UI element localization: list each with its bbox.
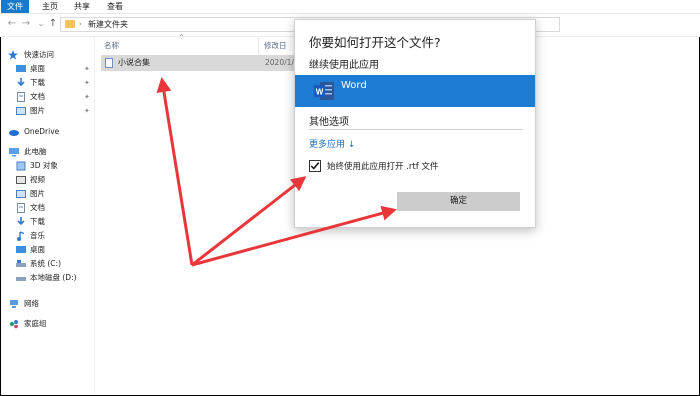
word-icon: W xyxy=(314,82,334,100)
breadcrumb-separator: › xyxy=(79,20,82,28)
sidebar-item-pictures[interactable]: 图片 ✦ xyxy=(0,104,94,118)
navigation-pane: 快速访问 桌面 ✦ 下载 ✦ 文档 ✦ 图片 ✦ OneDrive 此电脑 3D… xyxy=(0,37,95,394)
recent-locations-chevron-icon[interactable]: ⌄ xyxy=(35,18,47,30)
homegroup-icon xyxy=(9,320,18,329)
document-icon xyxy=(17,203,25,213)
column-divider xyxy=(258,38,259,54)
cloud-icon xyxy=(9,130,19,136)
tab-view[interactable]: 查看 xyxy=(103,0,127,13)
other-options-label: 其他选项 xyxy=(309,117,349,128)
sidebar-item-label: 系统 (C:) xyxy=(30,259,61,268)
sidebar-item-label: 下载 xyxy=(30,78,45,87)
sidebar-item-desktop[interactable]: 桌面 ✦ xyxy=(0,62,94,76)
tab-file[interactable]: 文件 xyxy=(1,0,29,13)
sidebar-item-downloads[interactable]: 下载 ✦ xyxy=(0,76,94,90)
sidebar-item-label: 桌面 xyxy=(30,64,45,73)
download-icon xyxy=(17,78,25,87)
column-header-name[interactable]: 名称 xyxy=(104,40,119,52)
computer-icon xyxy=(9,148,19,157)
download-icon xyxy=(17,217,25,226)
open-with-dialog: 你要如何打开这个文件? 继续使用此应用 W Word 其他选项 更多应用 ↓ 始… xyxy=(294,19,536,228)
tab-home[interactable]: 主页 xyxy=(38,0,62,13)
sidebar-item-label: 文档 xyxy=(30,92,45,101)
app-option-word[interactable]: W Word xyxy=(295,75,535,107)
continue-using-label: 继续使用此应用 xyxy=(309,60,379,71)
drive-icon xyxy=(16,277,26,281)
network-icon xyxy=(10,300,18,308)
sidebar-item-label: OneDrive xyxy=(24,127,60,136)
star-icon xyxy=(8,50,18,60)
sidebar-item-label: 3D 对象 xyxy=(30,161,58,170)
dialog-title: 你要如何打开这个文件? xyxy=(309,35,441,50)
always-use-checkbox[interactable] xyxy=(309,160,321,172)
desktop-icon xyxy=(16,65,26,72)
pin-icon[interactable]: ✦ xyxy=(84,104,90,118)
music-icon xyxy=(17,231,25,241)
rtf-file-icon xyxy=(105,58,113,68)
back-arrow-icon[interactable]: ← xyxy=(6,18,18,30)
pin-icon[interactable]: ✦ xyxy=(84,76,90,90)
sidebar-item-label: 此电脑 xyxy=(24,147,47,156)
sidebar-item-label: 本地磁盘 (D:) xyxy=(30,273,77,282)
checkmark-icon xyxy=(310,162,320,170)
pictures-icon xyxy=(16,190,26,198)
pictures-icon xyxy=(16,107,26,115)
file-date: 2020/1/ xyxy=(265,58,294,67)
document-icon xyxy=(17,92,25,102)
more-apps-link[interactable]: 更多应用 ↓ xyxy=(309,137,355,150)
sidebar-item-label: 桌面 xyxy=(30,245,45,254)
sidebar-item-documents[interactable]: 文档 ✦ xyxy=(0,90,94,104)
ok-button[interactable]: 确定 xyxy=(397,192,520,211)
sidebar-item-label: 下载 xyxy=(30,217,45,226)
cube-icon xyxy=(16,161,26,171)
file-row[interactable]: 小说合集 2020/1/ xyxy=(101,55,301,71)
up-arrow-icon[interactable]: ↑ xyxy=(47,18,59,30)
desktop-icon xyxy=(16,246,26,253)
sidebar-item-label: 视频 xyxy=(30,175,45,184)
divider xyxy=(309,129,523,130)
ribbon: 文件 主页 共享 查看 xyxy=(0,0,700,14)
column-header-date[interactable]: 修改日 xyxy=(264,40,287,52)
video-icon xyxy=(16,176,26,184)
pin-icon[interactable]: ✦ xyxy=(84,62,90,76)
breadcrumb-current-folder[interactable]: 新建文件夹 xyxy=(88,18,128,31)
svg-text:W: W xyxy=(316,88,324,97)
forward-arrow-icon[interactable]: → xyxy=(20,18,32,30)
sort-ascending-icon: ⌃ xyxy=(178,33,185,42)
file-name: 小说合集 xyxy=(118,58,150,67)
sidebar-item-label: 文档 xyxy=(30,203,45,212)
sidebar-item-label: 快速访问 xyxy=(24,50,54,59)
tab-share[interactable]: 共享 xyxy=(70,0,94,13)
folder-icon xyxy=(65,20,75,28)
drive-icon xyxy=(16,260,26,267)
sidebar-item-label: 图片 xyxy=(30,106,45,115)
pin-icon[interactable]: ✦ xyxy=(84,90,90,104)
sidebar-item-label: 网络 xyxy=(24,299,39,308)
sidebar-item-label: 图片 xyxy=(30,189,45,198)
always-use-label[interactable]: 始终使用此应用打开 .rtf 文件 xyxy=(327,160,438,172)
app-name: Word xyxy=(341,80,367,91)
sidebar-item-label: 音乐 xyxy=(30,231,45,240)
sidebar-item-label: 家庭组 xyxy=(24,319,47,328)
